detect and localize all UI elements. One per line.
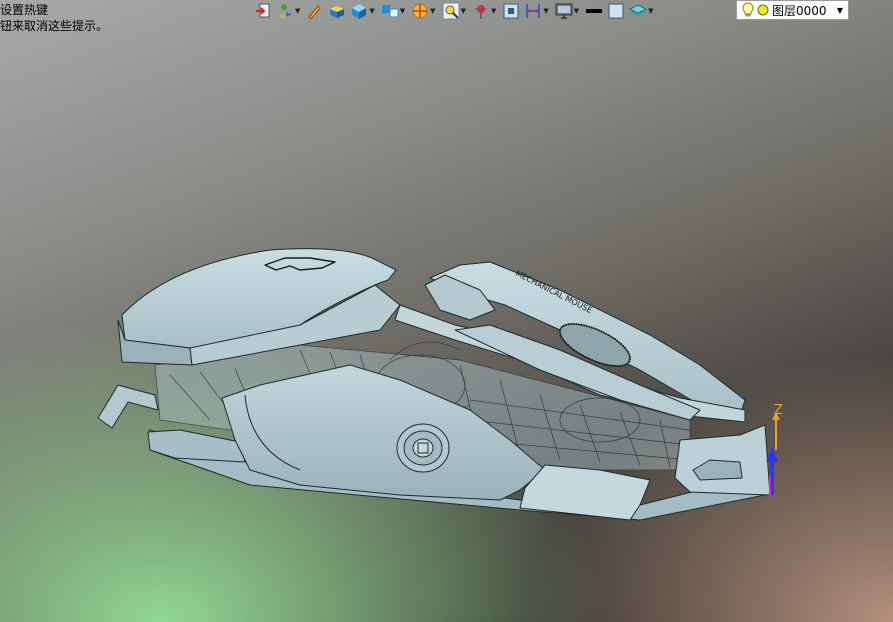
rear-claw [97, 384, 159, 429]
3d-viewport[interactable]: 设置热键 钮来取消这些提示。 ▼ ▼ ▼ ▼ ▼ ▼ ▼ ▼ ▼ 图层0000 … [0, 0, 893, 622]
mouse-model[interactable]: MECHANICAL MOUSE Z [0, 0, 893, 622]
axis-z-label: Z [774, 403, 783, 418]
thumb-screw [396, 423, 450, 473]
rear-foot [147, 429, 246, 463]
